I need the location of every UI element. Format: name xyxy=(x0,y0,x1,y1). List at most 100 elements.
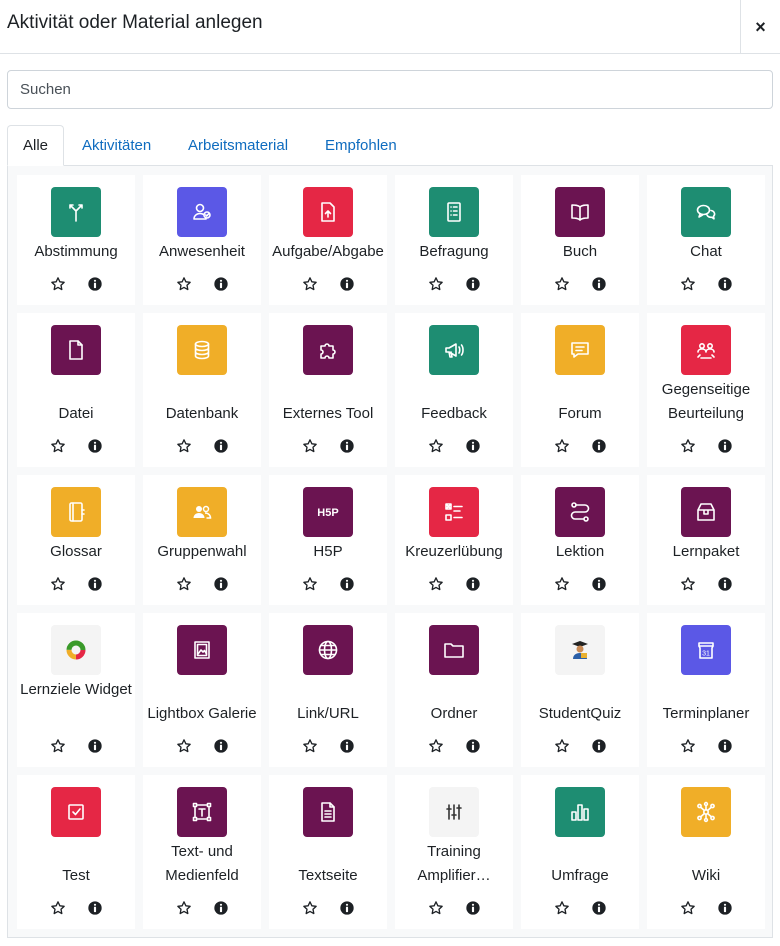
module-card-link-url[interactable]: Link/URL xyxy=(269,613,387,767)
info-icon[interactable] xyxy=(213,738,229,754)
info-icon[interactable] xyxy=(213,276,229,292)
info-icon[interactable] xyxy=(87,438,103,454)
module-card-ordner[interactable]: Ordner xyxy=(395,613,513,767)
star-icon[interactable] xyxy=(50,900,66,916)
info-icon[interactable] xyxy=(87,900,103,916)
star-icon[interactable] xyxy=(428,576,444,592)
module-card-chat[interactable]: Chat xyxy=(647,175,765,305)
module-card-gruppenwahl[interactable]: Gruppenwahl xyxy=(143,475,261,605)
star-icon[interactable] xyxy=(50,738,66,754)
info-icon[interactable] xyxy=(717,438,733,454)
module-card-lernpaket[interactable]: Lernpaket xyxy=(647,475,765,605)
module-label[interactable]: Buch xyxy=(521,240,639,264)
info-icon[interactable] xyxy=(213,900,229,916)
module-card-lernziele-widget[interactable]: Lernziele Widget xyxy=(17,613,135,767)
info-icon[interactable] xyxy=(591,738,607,754)
module-label[interactable]: Anwesenheit xyxy=(143,240,261,264)
module-label[interactable]: Lektion xyxy=(521,540,639,564)
module-label[interactable]: Link/URL xyxy=(269,702,387,726)
module-card-aufgabe-abgabe[interactable]: Aufgabe/Abgabe xyxy=(269,175,387,305)
module-label[interactable]: Forum xyxy=(521,402,639,426)
star-icon[interactable] xyxy=(50,276,66,292)
module-label[interactable]: Wiki xyxy=(647,864,765,888)
star-icon[interactable] xyxy=(302,438,318,454)
star-icon[interactable] xyxy=(302,576,318,592)
module-card-datenbank[interactable]: Datenbank xyxy=(143,313,261,467)
module-card-umfrage[interactable]: Umfrage xyxy=(521,775,639,929)
star-icon[interactable] xyxy=(176,438,192,454)
info-icon[interactable] xyxy=(87,738,103,754)
info-icon[interactable] xyxy=(339,738,355,754)
star-icon[interactable] xyxy=(554,738,570,754)
star-icon[interactable] xyxy=(680,738,696,754)
module-label[interactable]: Chat xyxy=(647,240,765,264)
module-label[interactable]: Aufgabe/Abgabe xyxy=(269,240,387,264)
close-button[interactable]: × xyxy=(740,0,780,54)
module-label[interactable]: Test xyxy=(17,864,135,888)
info-icon[interactable] xyxy=(717,276,733,292)
info-icon[interactable] xyxy=(717,738,733,754)
star-icon[interactable] xyxy=(176,738,192,754)
info-icon[interactable] xyxy=(87,576,103,592)
module-label[interactable]: Externes Tool xyxy=(269,402,387,426)
info-icon[interactable] xyxy=(339,900,355,916)
module-card-kreuzerlübung[interactable]: Kreuzerlübung xyxy=(395,475,513,605)
module-card-externes-tool[interactable]: Externes Tool xyxy=(269,313,387,467)
star-icon[interactable] xyxy=(680,900,696,916)
module-card-glossar[interactable]: Glossar xyxy=(17,475,135,605)
module-label[interactable]: Training Amplifier… xyxy=(395,840,513,888)
star-icon[interactable] xyxy=(302,738,318,754)
module-card-datei[interactable]: Datei xyxy=(17,313,135,467)
star-icon[interactable] xyxy=(50,438,66,454)
module-label[interactable]: Umfrage xyxy=(521,864,639,888)
module-card-lektion[interactable]: Lektion xyxy=(521,475,639,605)
module-card-terminplaner[interactable]: 31 Terminplaner xyxy=(647,613,765,767)
info-icon[interactable] xyxy=(591,276,607,292)
info-icon[interactable] xyxy=(465,276,481,292)
star-icon[interactable] xyxy=(302,276,318,292)
module-card-lightbox-galerie[interactable]: Lightbox Galerie xyxy=(143,613,261,767)
module-card-anwesenheit[interactable]: Anwesenheit xyxy=(143,175,261,305)
info-icon[interactable] xyxy=(465,738,481,754)
star-icon[interactable] xyxy=(680,438,696,454)
star-icon[interactable] xyxy=(176,900,192,916)
star-icon[interactable] xyxy=(554,576,570,592)
info-icon[interactable] xyxy=(213,576,229,592)
star-icon[interactable] xyxy=(428,738,444,754)
info-icon[interactable] xyxy=(87,276,103,292)
info-icon[interactable] xyxy=(213,438,229,454)
module-card-text-und-medienfeld[interactable]: Text- und Medienfeld xyxy=(143,775,261,929)
module-label[interactable]: Datenbank xyxy=(143,402,261,426)
star-icon[interactable] xyxy=(428,276,444,292)
search-input[interactable] xyxy=(7,70,773,109)
module-card-gegenseitige-beurteilung[interactable]: Gegenseitige Beurteilung xyxy=(647,313,765,467)
module-card-feedback[interactable]: Feedback xyxy=(395,313,513,467)
info-icon[interactable] xyxy=(591,900,607,916)
module-card-forum[interactable]: Forum xyxy=(521,313,639,467)
star-icon[interactable] xyxy=(554,276,570,292)
module-label[interactable]: Textseite xyxy=(269,864,387,888)
module-card-befragung[interactable]: Befragung xyxy=(395,175,513,305)
module-label[interactable]: Terminplaner xyxy=(647,702,765,726)
module-label[interactable]: Befragung xyxy=(395,240,513,264)
module-card-wiki[interactable]: Wiki xyxy=(647,775,765,929)
info-icon[interactable] xyxy=(591,438,607,454)
module-card-h5p[interactable]: H5P H5P xyxy=(269,475,387,605)
module-label[interactable]: Gegenseitige Beurteilung xyxy=(647,378,765,426)
module-card-training-amplifier[interactable]: Training Amplifier… xyxy=(395,775,513,929)
info-icon[interactable] xyxy=(339,576,355,592)
module-label[interactable]: Lernpaket xyxy=(647,540,765,564)
star-icon[interactable] xyxy=(428,900,444,916)
module-label[interactable]: Datei xyxy=(17,402,135,426)
info-icon[interactable] xyxy=(465,438,481,454)
module-card-abstimmung[interactable]: Abstimmung xyxy=(17,175,135,305)
info-icon[interactable] xyxy=(339,438,355,454)
star-icon[interactable] xyxy=(554,900,570,916)
star-icon[interactable] xyxy=(554,438,570,454)
info-icon[interactable] xyxy=(717,576,733,592)
star-icon[interactable] xyxy=(428,438,444,454)
module-label[interactable]: H5P xyxy=(269,540,387,564)
star-icon[interactable] xyxy=(176,576,192,592)
tab-activities[interactable]: Aktivitäten xyxy=(82,125,151,166)
module-card-studentquiz[interactable]: StudentQuiz xyxy=(521,613,639,767)
